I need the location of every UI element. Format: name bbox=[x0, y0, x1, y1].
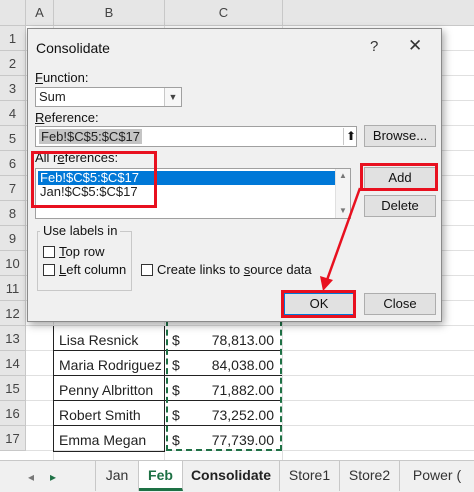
column-header-d[interactable] bbox=[283, 0, 474, 26]
highlight-ok-button bbox=[281, 290, 356, 318]
row-header[interactable]: 7 bbox=[0, 176, 26, 201]
highlight-all-references bbox=[31, 151, 157, 208]
use-labels-group: Use labels in bbox=[37, 223, 132, 291]
tab-consolidate[interactable]: Consolidate bbox=[183, 461, 280, 491]
row-header[interactable]: 13 bbox=[0, 326, 26, 351]
select-all-corner[interactable] bbox=[0, 0, 26, 26]
close-icon[interactable]: ✕ bbox=[408, 36, 422, 56]
row-header[interactable]: 10 bbox=[0, 251, 26, 276]
label-text: unction: bbox=[42, 70, 89, 85]
highlight-add-button bbox=[360, 163, 438, 191]
create-links-checkbox[interactable]: Create links to source data bbox=[141, 262, 312, 277]
row-header[interactable]: 16 bbox=[0, 401, 26, 426]
name-cell[interactable]: Maria Rodriguez bbox=[56, 353, 164, 378]
browse-button[interactable]: Browse... bbox=[364, 125, 436, 147]
function-value: Sum bbox=[39, 89, 66, 104]
name-cell[interactable]: Emma Megan bbox=[56, 428, 164, 453]
tab-scroll-left-icon[interactable]: ◂ bbox=[22, 468, 40, 486]
row-header[interactable]: 11 bbox=[0, 276, 26, 301]
scroll-down-icon[interactable]: ▼ bbox=[336, 206, 350, 215]
checkbox-icon[interactable] bbox=[141, 264, 153, 276]
scroll-up-icon[interactable]: ▲ bbox=[336, 171, 350, 180]
function-select[interactable]: Sum ▼ bbox=[35, 87, 182, 107]
row-header[interactable]: 9 bbox=[0, 226, 26, 251]
tab-scroll-right-icon[interactable]: ▸ bbox=[44, 468, 62, 486]
column-header-c[interactable]: C bbox=[165, 0, 283, 26]
tab-power[interactable]: Power ( bbox=[400, 461, 474, 491]
row-header[interactable]: 1 bbox=[0, 26, 26, 51]
scrollbar[interactable]: ▲ ▼ bbox=[335, 169, 350, 218]
reference-value: Feb!$C$5:$C$17 bbox=[39, 129, 143, 144]
dialog-title: Consolidate bbox=[36, 40, 110, 56]
copy-marquee-selection bbox=[166, 320, 282, 451]
row-header[interactable]: 3 bbox=[0, 76, 26, 101]
label-text: eft column bbox=[66, 262, 127, 277]
left-column-checkbox[interactable]: Left column bbox=[43, 262, 126, 277]
row-header[interactable]: 14 bbox=[0, 351, 26, 376]
label-text: op row bbox=[65, 244, 105, 259]
help-icon[interactable]: ? bbox=[370, 38, 378, 55]
function-label: Function: bbox=[35, 70, 89, 85]
checkbox-icon[interactable] bbox=[43, 264, 55, 276]
label-text: ource data bbox=[250, 262, 312, 277]
tab-jan[interactable]: Jan bbox=[95, 461, 139, 491]
top-row-checkbox[interactable]: Top row bbox=[43, 244, 105, 259]
label-text: Create links to bbox=[157, 262, 244, 277]
row-header[interactable]: 4 bbox=[0, 101, 26, 126]
tab-store2[interactable]: Store2 bbox=[340, 461, 400, 491]
name-cell[interactable]: Penny Albritton bbox=[56, 378, 164, 403]
group-title: Use labels in bbox=[40, 223, 121, 238]
access-key: F bbox=[35, 70, 43, 85]
column-header-a[interactable]: A bbox=[26, 0, 54, 26]
column-header-b[interactable]: B bbox=[54, 0, 165, 26]
reference-label: Reference: bbox=[35, 110, 99, 125]
access-key: R bbox=[35, 110, 45, 125]
table-border bbox=[164, 326, 165, 452]
delete-button[interactable]: Delete bbox=[364, 195, 436, 217]
row-header[interactable]: 8 bbox=[0, 201, 26, 226]
checkbox-icon[interactable] bbox=[43, 246, 55, 258]
row-header[interactable]: 5 bbox=[0, 126, 26, 151]
row-header[interactable]: 12 bbox=[0, 301, 26, 326]
chevron-down-icon[interactable]: ▼ bbox=[164, 88, 181, 106]
name-cell[interactable]: Robert Smith bbox=[56, 403, 164, 428]
tab-store1[interactable]: Store1 bbox=[280, 461, 340, 491]
tab-feb[interactable]: Feb bbox=[139, 461, 183, 491]
collapse-dialog-icon[interactable]: ⬆ bbox=[343, 128, 358, 145]
reference-input[interactable]: Feb!$C$5:$C$17 ⬆ bbox=[35, 126, 357, 147]
sheet-tab-bar: ◂ ▸ Jan Feb Consolidate Store1 Store2 Po… bbox=[0, 460, 474, 492]
close-button[interactable]: Close bbox=[364, 293, 436, 315]
label-text: eference: bbox=[44, 110, 99, 125]
row-header[interactable]: 6 bbox=[0, 151, 26, 176]
row-header[interactable]: 15 bbox=[0, 376, 26, 401]
row-header[interactable]: 17 bbox=[0, 426, 26, 451]
name-cell[interactable]: Lisa Resnick bbox=[56, 328, 164, 353]
row-header[interactable]: 2 bbox=[0, 51, 26, 76]
